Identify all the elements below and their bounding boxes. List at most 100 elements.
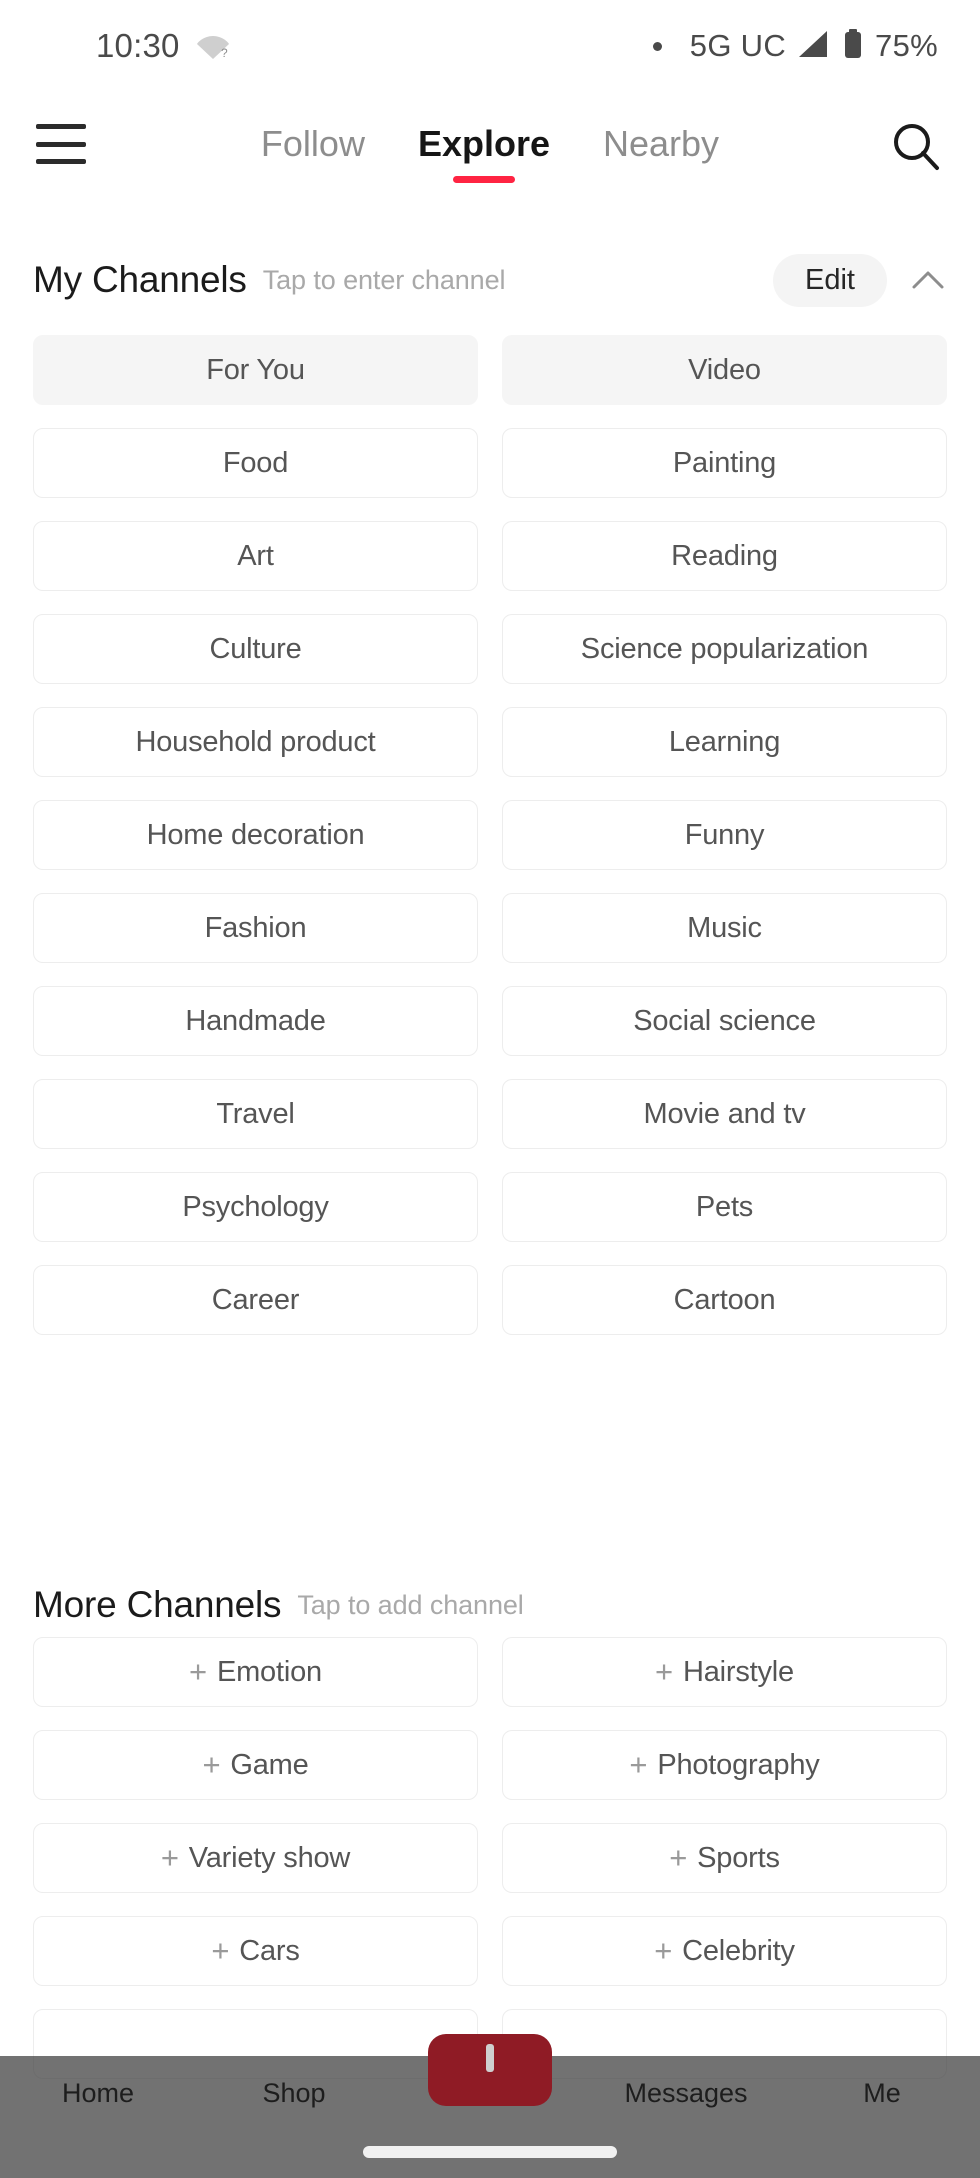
plus-create-icon — [486, 2044, 494, 2072]
top-tabs: Follow Explore Nearby — [0, 92, 980, 202]
channel-chip-psychology[interactable]: Psychology — [33, 1172, 478, 1242]
channel-chip-travel[interactable]: Travel — [33, 1079, 478, 1149]
channel-chip-label: Social science — [633, 1004, 816, 1037]
channel-chip-household-product[interactable]: Household product — [33, 707, 478, 777]
bottom-nav-item-home[interactable]: Home — [0, 2056, 196, 2109]
channel-chip-label: Career — [211, 1283, 300, 1316]
more-channels-title: More Channels — [33, 1584, 282, 1625]
channel-chip-reading[interactable]: Reading — [502, 521, 947, 591]
channel-chip-handmade[interactable]: Handmade — [33, 986, 478, 1056]
channel-chip-label: Emotion — [216, 1655, 322, 1688]
channel-chip-label: Travel — [216, 1097, 295, 1130]
plus-icon: + — [654, 1932, 673, 1968]
tab-nearby[interactable]: Nearby — [603, 123, 719, 171]
bottom-nav-bar: Home Shop Messages Me — [0, 2034, 980, 2178]
channel-chip-emotion[interactable]: + Emotion — [33, 1637, 478, 1707]
bottom-nav-item-messages[interactable]: Messages — [588, 2056, 784, 2109]
channel-chip-label: Video — [688, 353, 761, 386]
status-bar-clock: 10:30 — [96, 27, 180, 64]
channel-chip-variety-show[interactable]: + Variety show — [33, 1823, 478, 1893]
channel-chip-label: Cars — [239, 1934, 300, 1967]
channel-chip-fashion[interactable]: Fashion — [33, 893, 478, 963]
channel-chip-label: Culture — [209, 632, 302, 665]
channel-chip-cars[interactable]: + Cars — [33, 1916, 478, 1986]
channel-chip-label: Cartoon — [673, 1283, 776, 1316]
top-nav-bar: Follow Explore Nearby — [0, 92, 980, 202]
channel-chip-hairstyle[interactable]: + Hairstyle — [502, 1637, 947, 1707]
channel-chip-label: For You — [206, 353, 305, 386]
channel-chip-label: Painting — [672, 446, 777, 479]
tab-follow[interactable]: Follow — [261, 123, 365, 171]
channel-chip-sports[interactable]: + Sports — [502, 1823, 947, 1893]
channel-chip-cartoon[interactable]: Cartoon — [502, 1265, 947, 1335]
svg-text:?: ? — [221, 46, 228, 60]
bottom-nav-item-me[interactable]: Me — [784, 2056, 980, 2109]
channel-chip-label: Photography — [657, 1748, 820, 1781]
channel-chip-food[interactable]: Food — [33, 428, 478, 498]
channel-chip-label: Hairstyle — [682, 1655, 794, 1688]
channel-chip-label: Sports — [697, 1841, 780, 1874]
channel-chip-for-you[interactable]: For You — [33, 335, 478, 405]
channel-chip-art[interactable]: Art — [33, 521, 478, 591]
channel-chip-social-science[interactable]: Social science — [502, 986, 947, 1056]
my-channels-grid: For You Video Food Painting Art Reading Cultur… — [33, 335, 947, 1335]
app-screen: 10:30 ? 5G UC 75% Follow Explore Nearby … — [0, 0, 980, 2178]
chevron-up-icon[interactable] — [909, 261, 947, 299]
plus-icon: + — [211, 1932, 230, 1968]
channel-chip-painting[interactable]: Painting — [502, 428, 947, 498]
battery-icon — [842, 28, 864, 65]
tab-explore[interactable]: Explore — [417, 123, 550, 183]
channel-chip-label: Movie and tv — [643, 1097, 806, 1130]
channel-chip-label: Household product — [135, 725, 376, 758]
create-post-button[interactable] — [428, 2034, 552, 2106]
signal-bars-icon — [797, 29, 831, 64]
my-channels-title: My Channels — [33, 259, 247, 300]
channel-chip-label: Reading — [671, 539, 778, 572]
search-icon[interactable] — [890, 120, 942, 172]
channel-chip-label: Celebrity — [682, 1934, 795, 1967]
channel-chip-label: Learning — [668, 725, 781, 758]
plus-icon: + — [669, 1839, 688, 1875]
plus-icon: + — [160, 1839, 179, 1875]
channel-chip-label: Food — [222, 446, 289, 479]
channel-chip-label: Science popularization — [580, 632, 869, 665]
channel-chip-learning[interactable]: Learning — [502, 707, 947, 777]
channel-chip-culture[interactable]: Culture — [33, 614, 478, 684]
my-channels-subtitle: Tap to enter channel — [262, 264, 506, 295]
wifi-question-icon: ? — [196, 32, 230, 60]
channel-chip-label: Art — [237, 539, 274, 572]
channel-chip-pets[interactable]: Pets — [502, 1172, 947, 1242]
network-label: 5G UC — [689, 28, 787, 63]
channel-chip-video[interactable]: Video — [502, 335, 947, 405]
channel-chip-label: Fashion — [204, 911, 307, 944]
status-bar-left: 10:30 ? — [96, 27, 230, 65]
channel-chip-music[interactable]: Music — [502, 893, 947, 963]
channel-chip-photography[interactable]: + Photography — [502, 1730, 947, 1800]
bottom-nav-item-shop[interactable]: Shop — [196, 2056, 392, 2109]
plus-icon: + — [202, 1746, 221, 1782]
channel-chip-funny[interactable]: Funny — [502, 800, 947, 870]
channel-chip-movie-and-tv[interactable]: Movie and tv — [502, 1079, 947, 1149]
active-tab-indicator — [452, 176, 515, 183]
plus-icon: + — [629, 1746, 648, 1782]
channel-chip-home-decoration[interactable]: Home decoration — [33, 800, 478, 870]
channel-chip-label: Music — [687, 911, 762, 944]
edit-button[interactable]: Edit — [773, 253, 887, 307]
tab-explore-label: Explore — [417, 123, 550, 164]
channel-chip-science-popularization[interactable]: Science popularization — [502, 614, 947, 684]
more-channels-grid: + Emotion + Hairstyle + Game + Photography + Vari… — [33, 1637, 947, 2079]
plus-icon: + — [655, 1653, 673, 1689]
channel-chip-career[interactable]: Career — [33, 1265, 478, 1335]
channel-chip-celebrity[interactable]: + Celebrity — [502, 1916, 947, 1986]
channel-chip-game[interactable]: + Game — [33, 1730, 478, 1800]
channel-chip-label: Variety show — [188, 1841, 351, 1874]
home-indicator — [363, 2146, 617, 2158]
bottom-nav-center — [392, 2034, 588, 2178]
status-bar-right: 5G UC 75% — [652, 28, 938, 65]
status-bar: 10:30 ? 5G UC 75% — [0, 0, 980, 92]
channel-chip-label: Pets — [695, 1190, 754, 1223]
plus-icon: + — [189, 1653, 207, 1689]
more-channels-subtitle: Tap to add channel — [297, 1589, 524, 1620]
channel-chip-label: Handmade — [185, 1004, 326, 1037]
privacy-dot-icon — [652, 41, 662, 51]
